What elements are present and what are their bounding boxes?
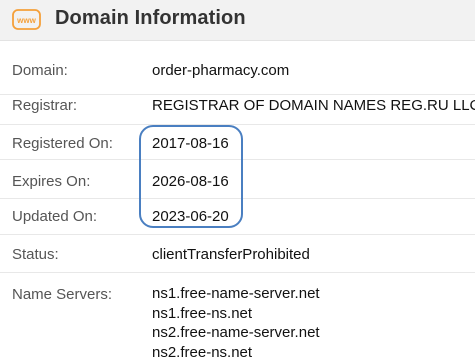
- row-label: Status:: [12, 246, 59, 263]
- row-label: Expires On:: [12, 173, 90, 190]
- card-title: Domain Information: [55, 7, 246, 30]
- registrar-value: REGISTRAR OF DOMAIN NAMES REG.RU LLC: [152, 97, 475, 114]
- expires-on-value: 2026-08-16: [152, 173, 229, 190]
- row-updated-on: Updated On: 2023-06-20: [0, 198, 475, 235]
- row-domain: Domain: order-pharmacy.com: [0, 53, 475, 95]
- row-registrar: Registrar: REGISTRAR OF DOMAIN NAMES REG…: [0, 94, 475, 125]
- row-registered-on: Registered On: 2017-08-16: [0, 124, 475, 160]
- domain-info-card: www Domain Information Domain: order-pha…: [0, 0, 475, 360]
- name-server-list: ns1.free-name-server.net ns1.free-ns.net…: [152, 284, 320, 362]
- name-server-item: ns2.free-ns.net: [152, 343, 320, 362]
- row-label: Domain:: [12, 62, 68, 79]
- row-label: Name Servers:: [12, 286, 112, 303]
- domain-value: order-pharmacy.com: [152, 62, 289, 79]
- row-label: Registered On:: [12, 135, 113, 152]
- row-status: Status: clientTransferProhibited: [0, 234, 475, 273]
- row-expires-on: Expires On: 2026-08-16: [0, 159, 475, 199]
- registered-on-value: 2017-08-16: [152, 135, 229, 152]
- card-header: www Domain Information: [0, 0, 475, 41]
- row-label: Updated On:: [12, 208, 97, 225]
- name-server-item: ns2.free-name-server.net: [152, 323, 320, 343]
- www-icon-text: www: [16, 16, 36, 25]
- status-value: clientTransferProhibited: [152, 246, 310, 263]
- name-server-item: ns1.free-ns.net: [152, 304, 320, 324]
- row-name-servers: Name Servers: ns1.free-name-server.net n…: [0, 272, 475, 360]
- updated-on-value: 2023-06-20: [152, 208, 229, 225]
- row-label: Registrar:: [12, 97, 77, 114]
- www-icon: www: [12, 9, 41, 30]
- name-server-item: ns1.free-name-server.net: [152, 284, 320, 304]
